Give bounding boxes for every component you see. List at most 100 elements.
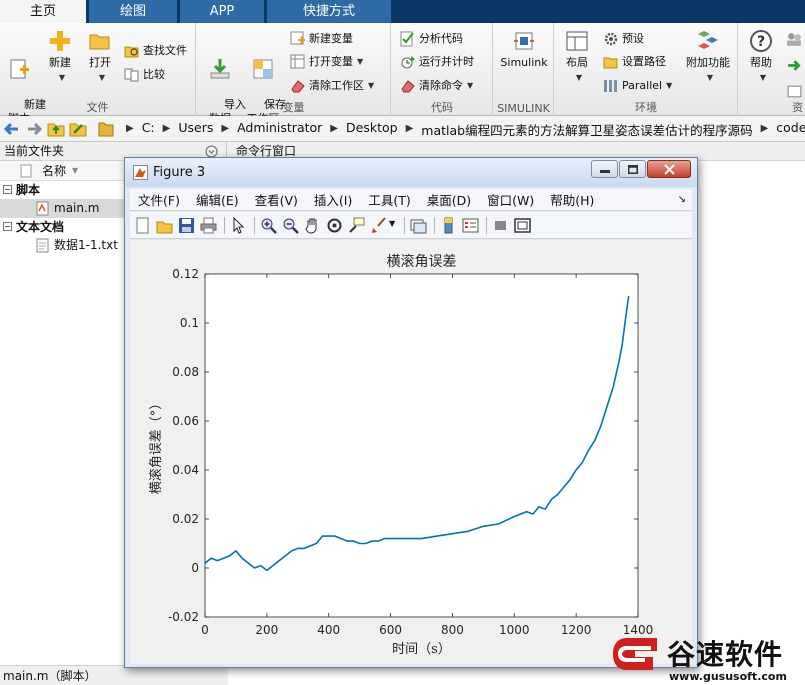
open-file-icon[interactable] — [156, 217, 173, 234]
pointer-icon[interactable] — [230, 217, 247, 234]
zoom-out-icon[interactable] — [282, 217, 299, 234]
new-variable-button[interactable]: 新建变量 — [290, 29, 353, 49]
link-plot-icon[interactable] — [410, 217, 427, 234]
chevron-down-icon: ▼ — [368, 81, 375, 90]
compare-button[interactable]: 比较 — [124, 65, 165, 85]
sort-down-icon: ▼ — [72, 166, 79, 175]
layout-icon — [566, 31, 588, 51]
crumb-administrator[interactable]: Administrator — [237, 120, 322, 139]
addons-button[interactable]: 附加功能 ▼ — [683, 29, 733, 85]
figure-title-bar[interactable]: Figure 3 — [125, 158, 697, 187]
community-icon[interactable] — [786, 31, 803, 48]
parallel-button[interactable]: Parallel ▼ — [603, 76, 672, 96]
y-tick-label: 0.08 — [172, 365, 199, 379]
site-watermark: 谷速软件 www.gususoft.com — [607, 630, 805, 685]
analyze-code-button[interactable]: 分析代码 — [400, 29, 463, 49]
collapse-icon[interactable]: − — [3, 185, 12, 194]
show-plot-tools-icon[interactable] — [514, 217, 531, 234]
crumb-users[interactable]: Users — [178, 120, 213, 139]
colorbar-icon[interactable] — [440, 217, 457, 234]
clear-workspace-button[interactable]: 清除工作区 ▼ — [290, 76, 374, 96]
figure-window: Figure 3 文件(F) 编辑(E) 查看(V) 插入(I) 工具(T) 桌… — [124, 157, 698, 668]
new-script-icon — [10, 59, 29, 79]
menu-tools[interactable]: 工具(T) — [368, 190, 410, 209]
arrow-right-icon[interactable] — [786, 57, 803, 74]
toolstrip: 新建 脚本 新建▼ 打开▼ 查找文件 比较 文件 导入 数据 保存 工作区 — [0, 23, 805, 125]
crumb-desktop[interactable]: Desktop — [346, 120, 398, 139]
rotate-3d-icon[interactable] — [326, 217, 343, 234]
save-icon[interactable] — [178, 217, 195, 234]
folder-open-icon — [89, 34, 110, 50]
axes[interactable]: 0 200 400 600 800 1000 1200 1400-0.0200.020.040… — [130, 240, 692, 664]
new-button[interactable]: 新建 ▼ — [44, 29, 76, 85]
menu-desktop[interactable]: 桌面(D) — [427, 190, 471, 209]
menu-file[interactable]: 文件(F) — [138, 190, 180, 209]
clear-commands-label: 清除命令 — [419, 79, 463, 92]
y-tick-label: -0.02 — [168, 610, 199, 624]
preferences-button[interactable]: 预设 — [603, 29, 644, 49]
tab-shortcuts[interactable]: 快捷方式 — [267, 0, 391, 23]
menu-insert[interactable]: 插入(I) — [314, 190, 352, 209]
menu-window[interactable]: 窗口(W) — [487, 190, 534, 209]
open-variable-button[interactable]: 打开变量 ▼ — [290, 52, 363, 72]
menu-view[interactable]: 查看(V) — [255, 190, 298, 209]
set-path-button[interactable]: 设置路径 — [603, 52, 666, 72]
open-button[interactable]: 打开 ▼ — [84, 29, 116, 85]
print-icon[interactable] — [200, 217, 217, 234]
layout-button[interactable]: 布局 ▼ — [561, 29, 593, 85]
data-cursor-icon[interactable] — [348, 217, 365, 234]
crumb-code[interactable]: code — [776, 120, 805, 139]
open-label: 打开 — [89, 56, 111, 69]
maximize-button[interactable] — [619, 160, 646, 178]
request-support-icon[interactable] — [786, 83, 803, 100]
back-icon[interactable] — [2, 119, 22, 139]
collapse-icon[interactable]: − — [3, 222, 12, 231]
chevron-down-icon[interactable]: ▼ — [389, 219, 395, 228]
pan-hand-icon[interactable] — [304, 217, 321, 234]
toolbar-toggle-icon[interactable]: ↘ — [678, 194, 686, 205]
menu-help[interactable]: 帮助(H) — [550, 190, 594, 209]
crumb-project[interactable]: matlab编程四元素的方法解算卫星姿态误差估计的程序源码 — [421, 120, 752, 139]
tab-plots[interactable]: 绘图 — [89, 0, 177, 23]
plot-area: 0 200 400 600 800 1000 1200 1400 -0.02 0 0.02 0.04 0… — [130, 240, 692, 664]
brush-icon[interactable] — [370, 217, 387, 234]
tab-apps[interactable]: APP — [180, 0, 264, 23]
legend-icon[interactable] — [462, 217, 479, 234]
up-folder-icon[interactable] — [46, 119, 66, 139]
chevron-down-icon: ▼ — [58, 73, 66, 82]
forward-icon[interactable] — [24, 119, 44, 139]
run-and-time-button[interactable]: 运行并计时 — [400, 52, 474, 72]
x-tick-label: 200 — [255, 623, 278, 637]
crumb-drive[interactable]: C: — [142, 120, 155, 139]
toolbar-separator — [404, 217, 405, 234]
toolbar-separator — [486, 217, 487, 234]
addons-label: 附加功能 — [686, 56, 730, 69]
figure-title: Figure 3 — [153, 165, 206, 180]
compare-label: 比较 — [143, 68, 165, 81]
clear-commands-button[interactable]: 清除命令 ▼ — [400, 76, 473, 96]
chevron-right-icon: ▶ — [760, 123, 769, 134]
preferences-label: 预设 — [622, 32, 644, 45]
chevron-right-icon: ▶ — [126, 123, 134, 134]
y-tick-label: 0.12 — [172, 267, 199, 281]
eraser-icon — [291, 80, 305, 93]
y-tick-label: 0.06 — [172, 414, 199, 428]
zoom-in-icon[interactable] — [260, 217, 277, 234]
chevron-down-icon: ▼ — [357, 57, 364, 66]
code-section: 分析代码 运行并计时 清除命令 ▼ 代码 — [392, 23, 493, 116]
environment-section: 布局 ▼ 预设 设置路径 Parallel ▼ 附加功能 ▼ 环境 — [555, 23, 738, 116]
simulink-button[interactable]: Simulink — [498, 29, 550, 70]
find-files-button[interactable]: 查找文件 — [124, 41, 187, 61]
chevron-down-icon: ▼ — [98, 73, 106, 82]
tab-home[interactable]: 主页 — [0, 0, 86, 23]
browse-folder-icon[interactable] — [68, 119, 88, 139]
hide-plot-tools-icon[interactable] — [492, 217, 509, 234]
file-name: main.m — [54, 201, 100, 215]
chevron-right-icon: ▶ — [405, 123, 414, 134]
simulink-icon — [514, 32, 534, 50]
new-figure-icon[interactable] — [134, 217, 151, 234]
help-button[interactable]: ? 帮助 ▼ — [745, 29, 777, 85]
minimize-button[interactable] — [591, 160, 618, 178]
close-button[interactable] — [647, 160, 691, 178]
menu-edit[interactable]: 编辑(E) — [196, 190, 239, 209]
